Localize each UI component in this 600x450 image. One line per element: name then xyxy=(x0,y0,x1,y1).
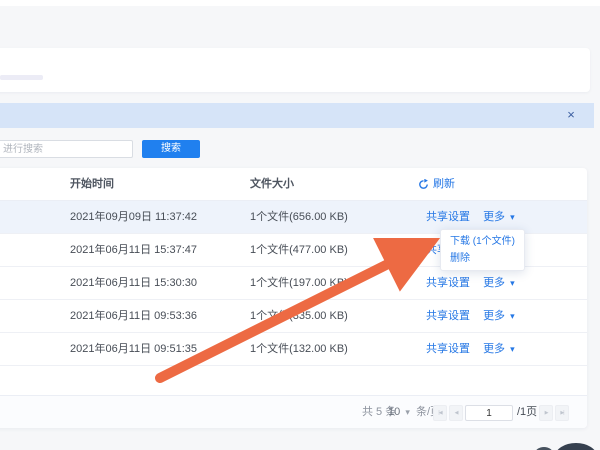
table-header-row: 开始时间 文件大小 刷新 xyxy=(0,168,587,201)
page-size-value: 10 xyxy=(388,406,400,418)
refresh-button[interactable]: 刷新 xyxy=(418,168,455,201)
notice-banner: × xyxy=(0,103,594,128)
more-actions-dropdown: 下载 (1个文件) 删除 xyxy=(440,229,525,271)
row-actions: 共享设置 更多 ▾ xyxy=(426,333,515,365)
file-size-cell: 1个文件(477.00 KB) xyxy=(250,234,348,266)
start-time-cell: 2021年06月11日 09:53:36 xyxy=(70,300,197,332)
chevron-down-icon: ▾ xyxy=(405,407,410,417)
column-header-file-size: 文件大小 xyxy=(250,168,294,201)
close-icon[interactable]: × xyxy=(560,103,582,128)
share-settings-link[interactable]: 共享设置 xyxy=(426,343,470,355)
more-link[interactable]: 更多 xyxy=(483,277,505,289)
more-link[interactable]: 更多 xyxy=(483,343,505,355)
share-settings-link[interactable]: 共享设置 xyxy=(426,277,470,289)
table-row[interactable]: 2021年06月11日 15:30:30 1个文件(197.00 KB) 共享设… xyxy=(0,267,587,300)
start-time-cell: 2021年06月11日 15:37:47 xyxy=(70,234,197,266)
first-page-button[interactable]: |◀ xyxy=(433,405,447,421)
floating-widget-partial xyxy=(555,443,597,450)
row-actions: 共享设置 更多 ▾ xyxy=(426,300,515,332)
start-time-cell: 2021年06月11日 09:51:35 xyxy=(70,333,197,365)
delete-menu-item[interactable]: 删除 xyxy=(441,250,524,267)
search-button[interactable]: 搜索 xyxy=(142,140,200,158)
next-page-button[interactable]: ▶ xyxy=(539,405,553,421)
pagination-bar: 共 5 条 10 ▾ 条/页 |◀ ◀ /1页 ▶ ▶| xyxy=(0,395,587,428)
share-settings-link[interactable]: 共享设置 xyxy=(426,310,470,322)
current-page-input[interactable] xyxy=(465,405,513,421)
file-share-task-page: × 搜索 开始时间 文件大小 刷新 2021年09月09日 11:37:42 1… xyxy=(0,0,600,450)
more-link[interactable]: 更多 xyxy=(483,310,505,322)
row-actions: 共享设置 更多 ▾ xyxy=(426,267,515,299)
table-row[interactable]: 2021年06月11日 09:53:36 1个文件(335.00 KB) 共享设… xyxy=(0,300,587,333)
download-menu-item[interactable]: 下载 (1个文件) xyxy=(441,233,524,250)
share-settings-link[interactable]: 共享设置 xyxy=(426,211,470,223)
start-time-cell: 2021年09月09日 11:37:42 xyxy=(70,201,197,233)
refresh-label: 刷新 xyxy=(433,168,455,201)
chevron-down-icon: ▾ xyxy=(510,344,515,354)
search-input[interactable] xyxy=(0,140,133,158)
table-row[interactable]: 2021年06月11日 09:51:35 1个文件(132.00 KB) 共享设… xyxy=(0,333,587,366)
column-header-start-time: 开始时间 xyxy=(70,168,114,201)
page-size-select[interactable]: 10 ▾ xyxy=(388,396,410,429)
top-card xyxy=(0,48,590,92)
file-size-cell: 1个文件(656.00 KB) xyxy=(250,201,348,233)
chevron-down-icon: ▾ xyxy=(510,278,515,288)
file-size-cell: 1个文件(132.00 KB) xyxy=(250,333,348,365)
total-pages-label: /1页 xyxy=(517,396,537,429)
refresh-icon xyxy=(418,179,429,190)
prev-page-button[interactable]: ◀ xyxy=(449,405,463,421)
file-size-cell: 1个文件(197.00 KB) xyxy=(250,267,348,299)
chevron-down-icon: ▾ xyxy=(510,311,515,321)
chevron-down-icon: ▾ xyxy=(510,212,515,222)
start-time-cell: 2021年06月11日 15:30:30 xyxy=(70,267,197,299)
skeleton-placeholder-line xyxy=(0,75,43,80)
last-page-button[interactable]: ▶| xyxy=(555,405,569,421)
file-size-cell: 1个文件(335.00 KB) xyxy=(250,300,348,332)
more-link[interactable]: 更多 xyxy=(483,211,505,223)
task-table-card: 开始时间 文件大小 刷新 2021年09月09日 11:37:42 1个文件(6… xyxy=(0,168,587,428)
top-strip xyxy=(0,0,600,6)
